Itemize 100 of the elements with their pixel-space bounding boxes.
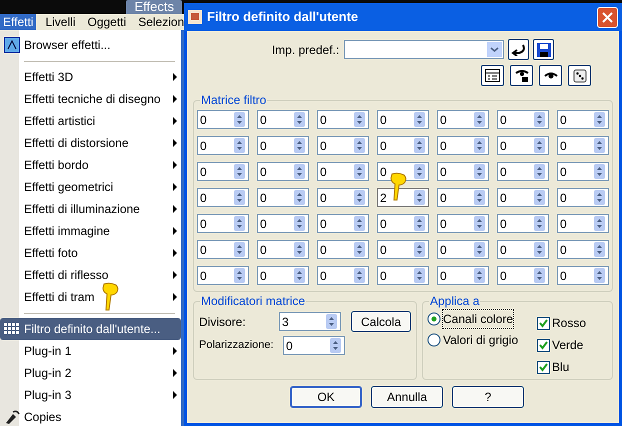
spin-field[interactable]: 0 (197, 188, 249, 207)
spin-arrows-icon[interactable] (534, 112, 545, 127)
menu-item[interactable]: Filtro definito dall'utente... (0, 318, 181, 340)
spin-field[interactable]: 0 (557, 162, 609, 181)
spin-arrows-icon[interactable] (534, 216, 545, 231)
spin-arrows-icon[interactable] (326, 314, 337, 329)
lock-preview-button[interactable] (510, 65, 533, 86)
spin-arrows-icon[interactable] (354, 112, 365, 127)
spin-arrows-icon[interactable] (294, 242, 305, 257)
spin-field[interactable]: 0 (197, 214, 249, 233)
spin-arrows-icon[interactable] (594, 216, 605, 231)
menu-item[interactable]: Effetti immagine (0, 220, 181, 242)
spin-field[interactable]: 0 (317, 136, 369, 155)
menu-item[interactable]: Effetti tecniche di disegno (0, 88, 181, 110)
spin-arrows-icon[interactable] (414, 112, 425, 127)
spin-field[interactable]: 0 (377, 214, 429, 233)
menu-item[interactable]: Copies (0, 406, 181, 426)
menu-item[interactable]: Plug-in 2 (0, 362, 181, 384)
menu-item[interactable]: Effetti geometrici (0, 176, 181, 198)
spin-arrows-icon[interactable] (234, 268, 245, 283)
spin-arrows-icon[interactable] (354, 138, 365, 153)
spin-arrows-icon[interactable] (234, 112, 245, 127)
spin-field[interactable]: 0 (283, 336, 345, 355)
spin-field[interactable]: 0 (437, 214, 489, 233)
menu-item[interactable]: Plug-in 3 (0, 384, 181, 406)
spin-arrows-icon[interactable] (474, 138, 485, 153)
spin-field[interactable]: 0 (437, 188, 489, 207)
menu-item[interactable]: Effetti bordo (0, 154, 181, 176)
app-tab[interactable]: Effects (126, 0, 182, 14)
spin-arrows-icon[interactable] (534, 190, 545, 205)
spin-arrows-icon[interactable] (414, 164, 425, 179)
spin-field[interactable]: 0 (437, 162, 489, 181)
save-button[interactable] (533, 39, 554, 60)
spin-field[interactable]: 0 (557, 214, 609, 233)
spin-field[interactable]: 0 (257, 188, 309, 207)
spin-field[interactable]: 0 (377, 110, 429, 129)
spin-arrows-icon[interactable] (294, 112, 305, 127)
spin-field[interactable]: 0 (437, 136, 489, 155)
spin-field[interactable]: 0 (257, 162, 309, 181)
spin-arrows-icon[interactable] (474, 242, 485, 257)
spin-arrows-icon[interactable] (534, 138, 545, 153)
eye-button[interactable] (539, 65, 562, 86)
checkbox[interactable] (537, 316, 550, 330)
reset-button[interactable] (508, 39, 530, 60)
menu-bar-item[interactable]: Selezion (135, 14, 188, 30)
spin-field[interactable]: 0 (497, 240, 549, 259)
dialog-button[interactable]: OK (290, 386, 362, 408)
dialog-button[interactable]: ? (452, 386, 524, 408)
spin-arrows-icon[interactable] (474, 112, 485, 127)
menu-bar-item[interactable]: Effetti (0, 14, 36, 30)
spin-arrows-icon[interactable] (414, 190, 425, 205)
spin-arrows-icon[interactable] (474, 164, 485, 179)
calculate-button[interactable]: Calcola (351, 311, 411, 332)
menu-item[interactable]: Effetti di tram (0, 286, 181, 308)
radio-button[interactable] (427, 333, 441, 347)
list-view-button[interactable] (481, 65, 504, 86)
spin-arrows-icon[interactable] (234, 164, 245, 179)
menu-item[interactable]: Effetti di illuminazione (0, 198, 181, 220)
spin-field[interactable]: 0 (257, 240, 309, 259)
spin-field[interactable]: 0 (317, 240, 369, 259)
spin-arrows-icon[interactable] (414, 268, 425, 283)
spin-field[interactable]: 0 (317, 162, 369, 181)
spin-arrows-icon[interactable] (534, 164, 545, 179)
spin-field[interactable]: 0 (557, 136, 609, 155)
spin-arrows-icon[interactable] (594, 138, 605, 153)
spin-arrows-icon[interactable] (354, 216, 365, 231)
spin-arrows-icon[interactable] (354, 190, 365, 205)
checkbox[interactable] (537, 338, 550, 352)
spin-field[interactable]: 0 (197, 240, 249, 259)
spin-arrows-icon[interactable] (354, 242, 365, 257)
dialog-button[interactable]: Annulla (371, 386, 443, 408)
spin-field[interactable]: 0 (497, 266, 549, 285)
spin-arrows-icon[interactable] (234, 190, 245, 205)
spin-field[interactable]: 3 (279, 312, 341, 331)
spin-field[interactable]: 0 (557, 110, 609, 129)
spin-field[interactable]: 0 (317, 214, 369, 233)
menu-item[interactable]: Plug-in 1 (0, 340, 181, 362)
menu-item[interactable]: Browser effetti... (0, 34, 181, 56)
spin-field[interactable]: 2 (377, 188, 429, 207)
spin-arrows-icon[interactable] (294, 216, 305, 231)
spin-arrows-icon[interactable] (234, 242, 245, 257)
spin-field[interactable]: 0 (197, 266, 249, 285)
spin-arrows-icon[interactable] (330, 338, 341, 353)
spin-field[interactable]: 0 (497, 136, 549, 155)
spin-arrows-icon[interactable] (234, 138, 245, 153)
spin-field[interactable]: 0 (317, 266, 369, 285)
menu-bar-item[interactable]: Oggetti (84, 14, 130, 30)
spin-arrows-icon[interactable] (294, 138, 305, 153)
spin-field[interactable]: 0 (257, 266, 309, 285)
spin-arrows-icon[interactable] (474, 190, 485, 205)
spin-arrows-icon[interactable] (354, 268, 365, 283)
spin-arrows-icon[interactable] (294, 268, 305, 283)
spin-field[interactable]: 0 (257, 214, 309, 233)
spin-arrows-icon[interactable] (294, 190, 305, 205)
spin-field[interactable]: 0 (257, 110, 309, 129)
spin-arrows-icon[interactable] (414, 242, 425, 257)
spin-field[interactable]: 0 (437, 240, 489, 259)
spin-arrows-icon[interactable] (234, 216, 245, 231)
spin-field[interactable]: 0 (317, 110, 369, 129)
spin-arrows-icon[interactable] (354, 164, 365, 179)
